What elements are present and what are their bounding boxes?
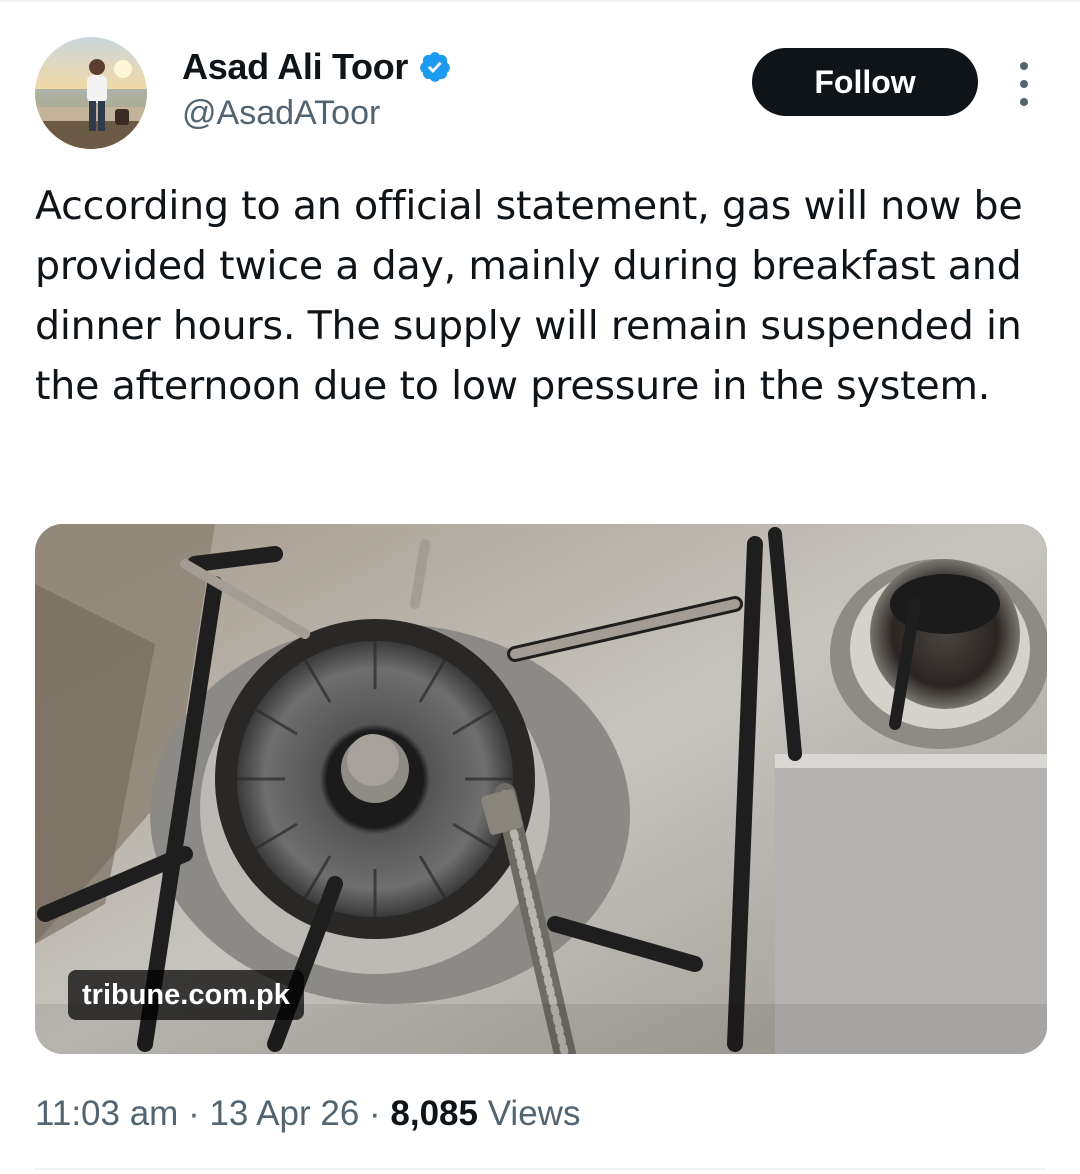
meta-separator: ·	[178, 1094, 210, 1133]
more-dot	[1020, 98, 1028, 106]
author-name-row: Asad Ali Toor	[182, 46, 452, 88]
tweet-text: According to an official statement, gas …	[35, 183, 1023, 409]
views-label: Views	[478, 1094, 581, 1133]
verified-badge-icon	[418, 50, 452, 84]
tweet-time[interactable]: 11:03 am	[35, 1094, 178, 1134]
more-dot	[1020, 62, 1028, 70]
views-count: 8,085	[390, 1094, 478, 1133]
tweet-date[interactable]: 13 Apr 26	[209, 1094, 359, 1134]
media-source-badge: tribune.com.pk	[68, 970, 304, 1020]
tweet-meta: 11:03 am · 13 Apr 26 · 8,085 Views	[35, 1094, 580, 1134]
avatar-photo	[35, 37, 147, 149]
more-options-icon[interactable]	[1010, 62, 1038, 106]
meta-separator: ·	[359, 1094, 391, 1133]
top-divider	[0, 0, 1080, 2]
author-handle[interactable]: @AsadAToor	[182, 94, 380, 133]
author-name[interactable]: Asad Ali Toor	[182, 46, 408, 88]
follow-button[interactable]: Follow	[752, 48, 978, 116]
bottom-divider	[35, 1168, 1045, 1170]
more-dot	[1020, 80, 1028, 88]
avatar[interactable]	[35, 37, 147, 149]
